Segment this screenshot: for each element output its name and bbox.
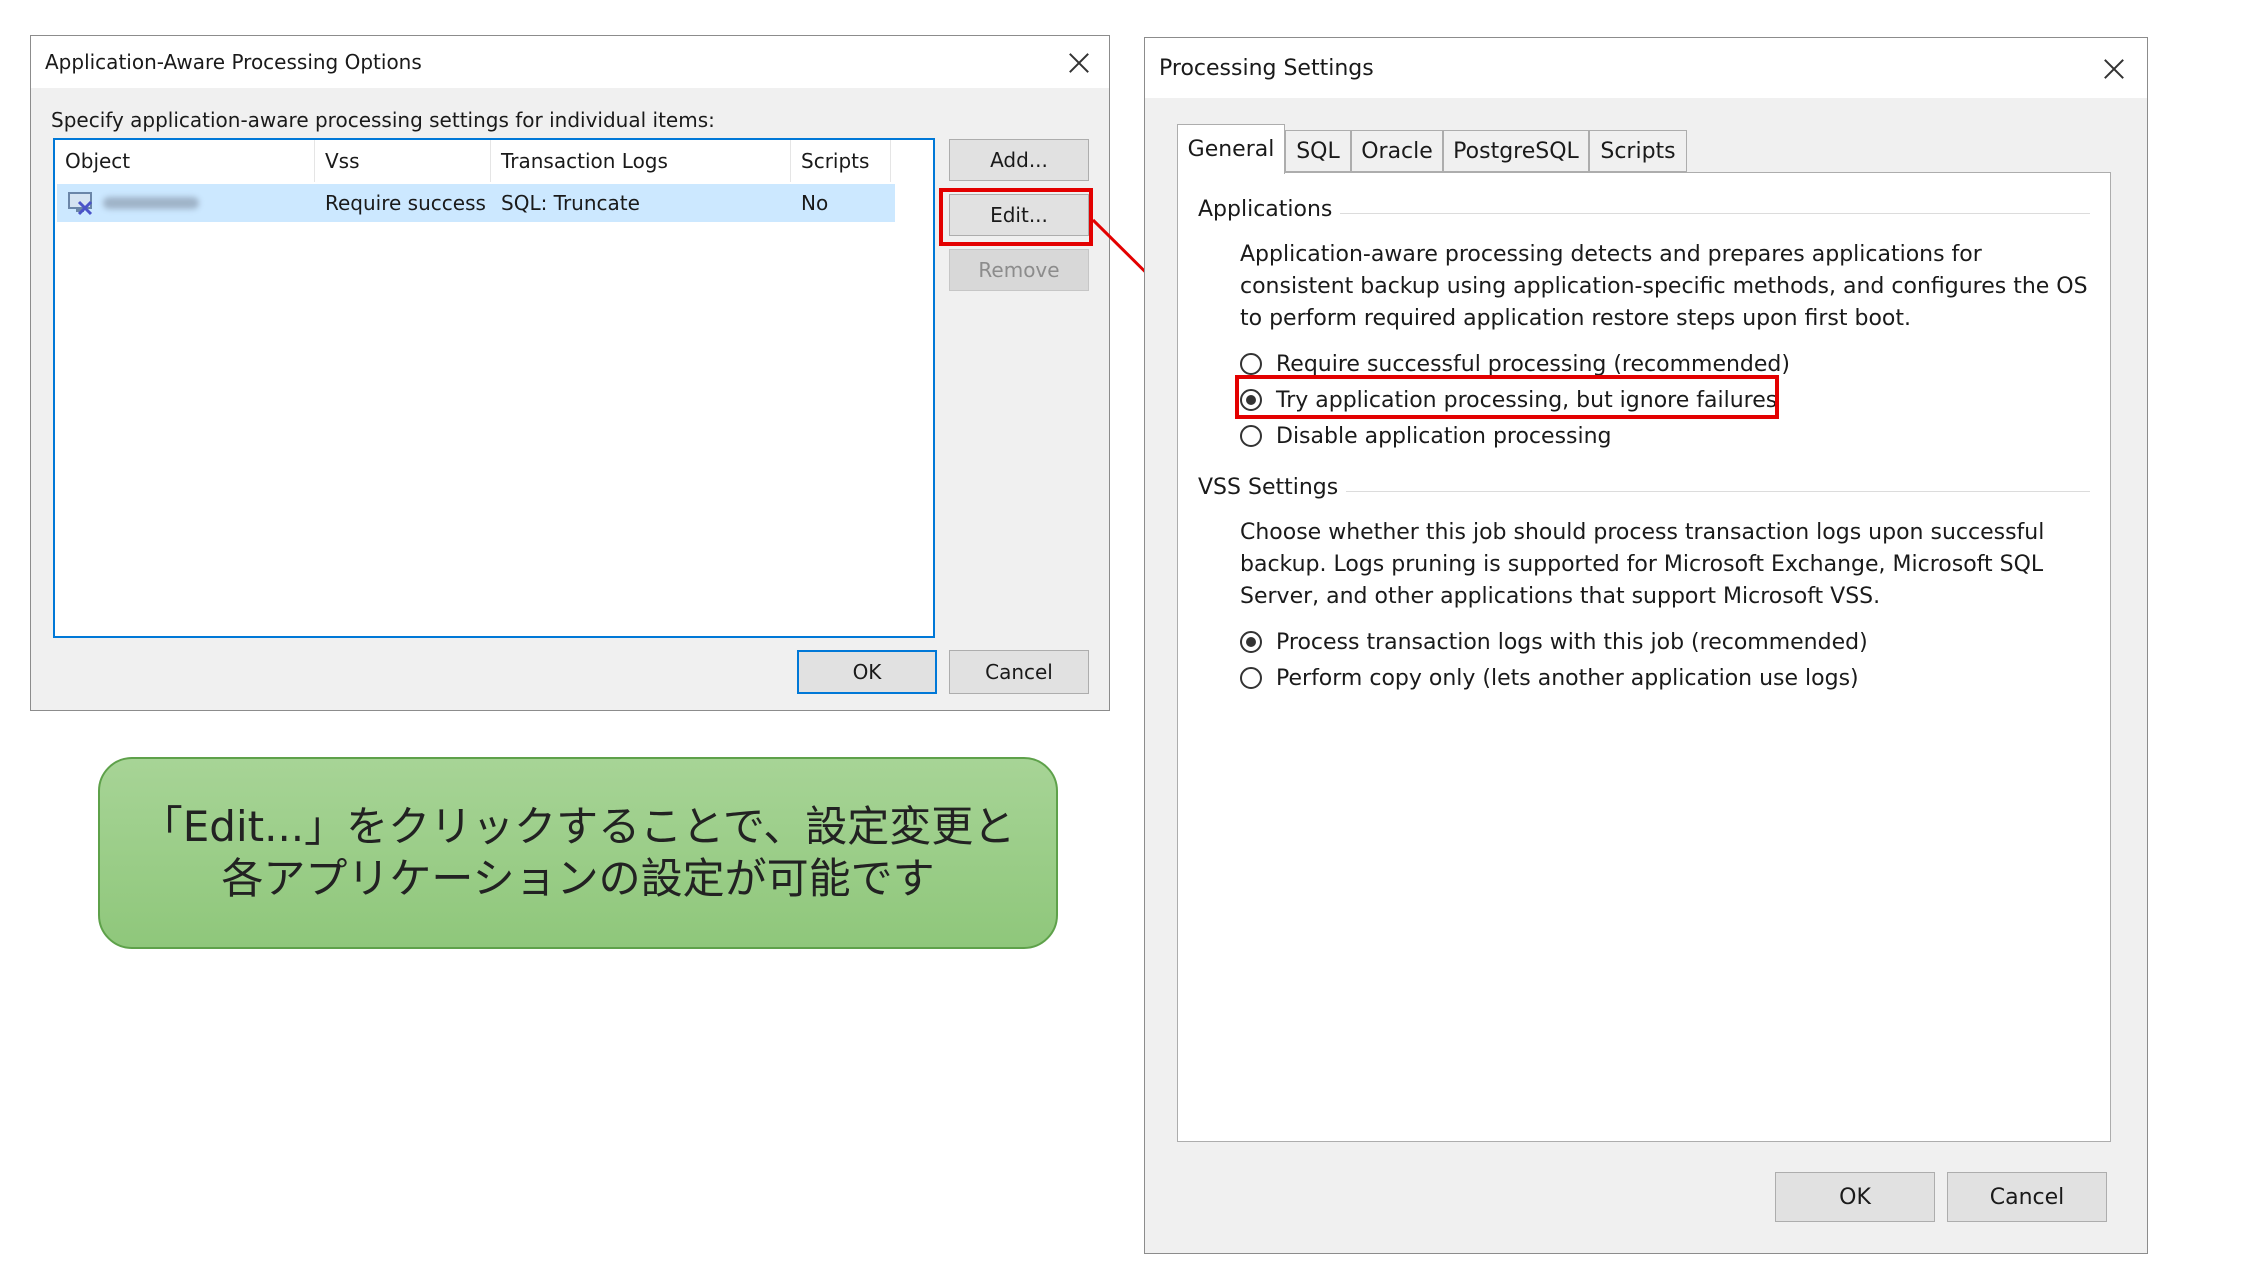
title-bar: Application-Aware Processing Options xyxy=(31,36,1109,88)
radio-button-selected[interactable] xyxy=(1240,631,1262,653)
edit-button-highlight xyxy=(939,188,1093,246)
radio-label: Process transaction logs with this job (… xyxy=(1276,629,1868,655)
general-tab-panel: Applications Application-aware processin… xyxy=(1177,172,2111,1142)
cell-transaction-logs: SQL: Truncate xyxy=(501,191,640,215)
cell-vss: Require success xyxy=(325,191,486,215)
tab-postgresql[interactable]: PostgreSQL xyxy=(1443,130,1589,172)
tab-general[interactable]: General xyxy=(1177,124,1285,174)
dialog-title: Application-Aware Processing Options xyxy=(45,50,422,74)
column-header-vss[interactable]: Vss xyxy=(315,140,491,182)
tab-scripts[interactable]: Scripts xyxy=(1589,130,1687,172)
callout-line-1: 「Edit...」をクリックすることで、設定変更と xyxy=(140,802,1016,851)
processing-settings-dialog: Processing Settings General SQL Oracle P… xyxy=(1144,37,2148,1254)
blurred-object-name xyxy=(103,197,199,209)
instruction-text: Specify application-aware processing set… xyxy=(51,108,715,132)
radio-button[interactable] xyxy=(1240,353,1262,375)
tab-oracle[interactable]: Oracle xyxy=(1351,130,1443,172)
ok-button[interactable]: OK xyxy=(797,650,937,694)
callout-line-2: 各アプリケーションの設定が可能です xyxy=(221,854,935,903)
selected-option-highlight xyxy=(1235,375,1779,419)
vss-group-title: VSS Settings xyxy=(1198,475,1347,500)
explanation-callout: 「Edit...」をクリックすることで、設定変更と 各アプリケーションの設定が可… xyxy=(98,757,1058,949)
ok-button[interactable]: OK xyxy=(1775,1172,1935,1222)
radio-button[interactable] xyxy=(1240,425,1262,447)
column-header-transaction-logs[interactable]: Transaction Logs xyxy=(491,140,791,182)
radio-disable-processing[interactable]: Disable application processing xyxy=(1240,419,1612,453)
tab-sql[interactable]: SQL xyxy=(1285,130,1351,172)
column-header-scripts[interactable]: Scripts xyxy=(791,140,891,182)
radio-label: Perform copy only (lets another applicat… xyxy=(1276,665,1859,691)
vm-icon xyxy=(68,192,93,216)
remove-button[interactable]: Remove xyxy=(949,249,1089,291)
radio-button[interactable] xyxy=(1240,667,1262,689)
applications-group-title: Applications xyxy=(1198,197,1341,222)
cancel-button[interactable]: Cancel xyxy=(949,650,1089,694)
application-aware-processing-dialog: Application-Aware Processing Options Spe… xyxy=(30,35,1110,711)
cancel-button[interactable]: Cancel xyxy=(1947,1172,2107,1222)
items-list[interactable]: Object Vss Transaction Logs Scripts Requ… xyxy=(53,138,935,638)
radio-process-transaction-logs[interactable]: Process transaction logs with this job (… xyxy=(1240,625,1868,659)
add-button[interactable]: Add... xyxy=(949,139,1089,181)
close-icon[interactable] xyxy=(2099,54,2129,84)
column-header-object[interactable]: Object xyxy=(55,140,315,182)
close-icon[interactable] xyxy=(1064,48,1094,78)
applications-description: Application-aware processing detects and… xyxy=(1240,242,2088,331)
list-header: Object Vss Transaction Logs Scripts xyxy=(55,140,933,182)
radio-copy-only[interactable]: Perform copy only (lets another applicat… xyxy=(1240,661,1859,695)
vss-description: Choose whether this job should process t… xyxy=(1240,520,2045,609)
radio-label: Require successful processing (recommend… xyxy=(1276,351,1790,377)
table-row[interactable]: Require success SQL: Truncate No xyxy=(57,184,895,222)
radio-label: Disable application processing xyxy=(1276,423,1612,449)
dialog-title: Processing Settings xyxy=(1159,56,1374,81)
cell-scripts: No xyxy=(801,191,829,215)
title-bar: Processing Settings xyxy=(1145,38,2147,98)
